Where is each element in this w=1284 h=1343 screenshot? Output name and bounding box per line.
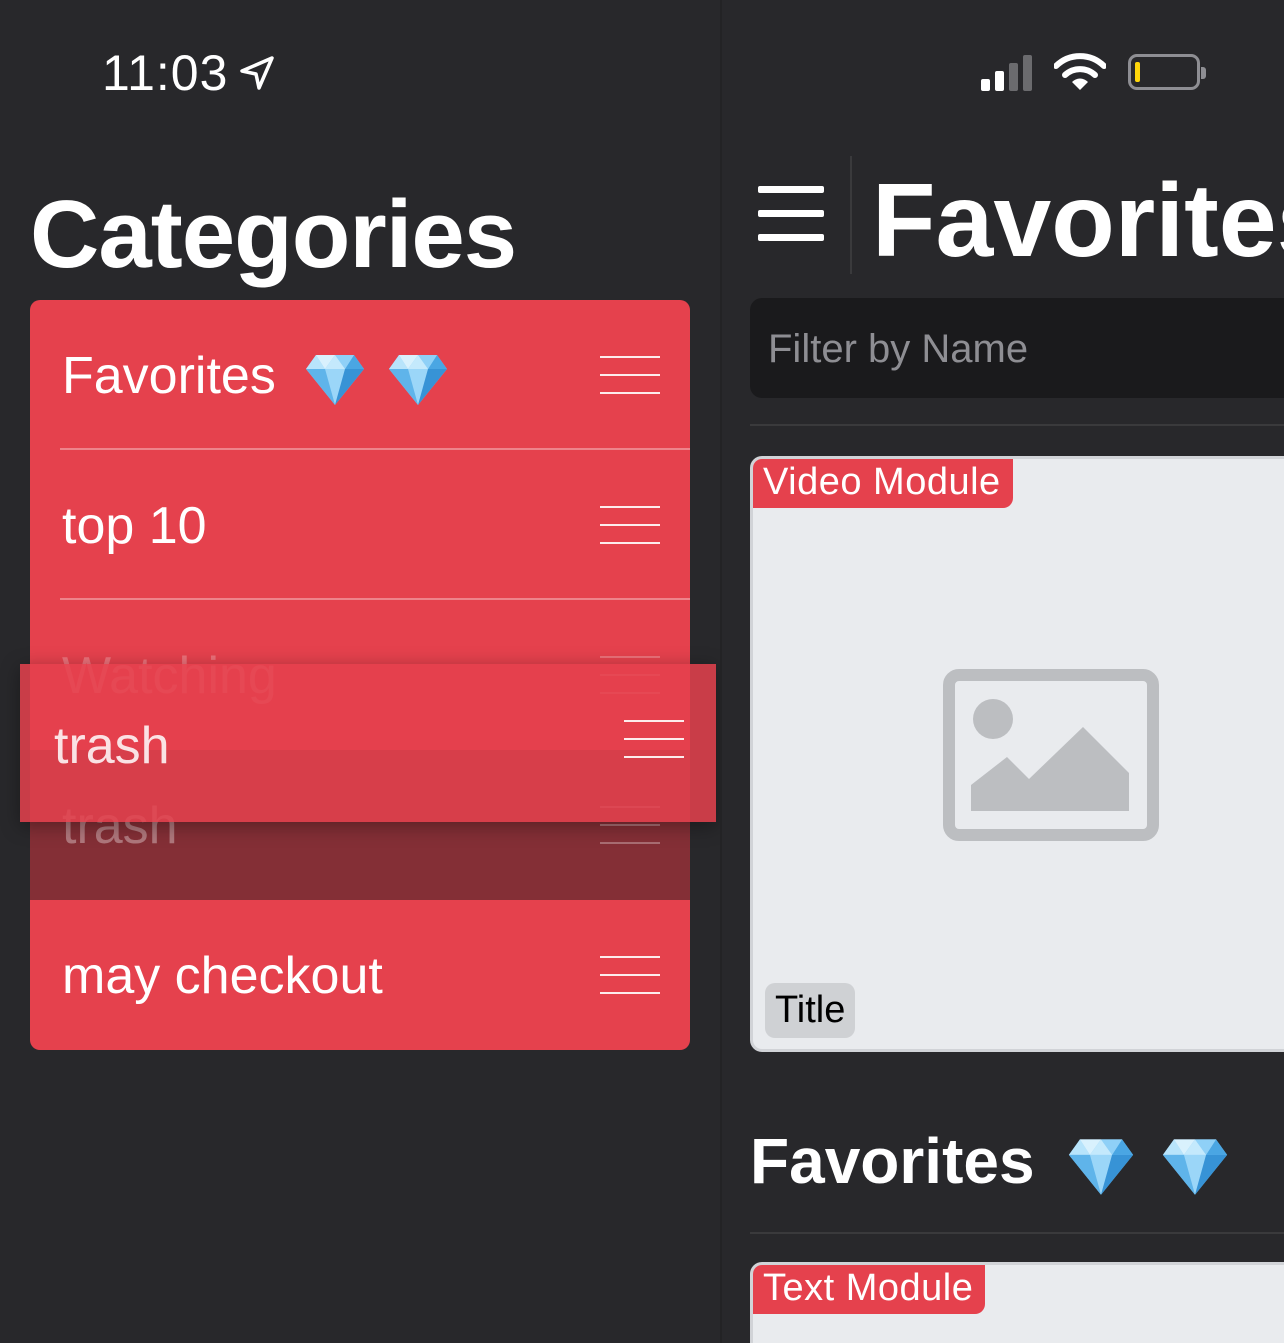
- reorder-handle-icon[interactable]: [600, 506, 660, 546]
- video-module-card[interactable]: Video Module Title: [750, 456, 1284, 1052]
- category-row-favorites[interactable]: Favorites: [30, 300, 690, 450]
- detail-title: Favorites: [872, 163, 1284, 279]
- battery-low-icon: [1128, 54, 1206, 90]
- gem-icon: [304, 351, 366, 407]
- section-divider: [750, 424, 1284, 426]
- hamburger-menu-icon[interactable]: [758, 186, 824, 244]
- reorder-handle-icon[interactable]: [624, 720, 684, 760]
- cellular-signal-icon: [981, 53, 1032, 91]
- status-time: 11:03: [102, 44, 276, 102]
- status-time-text: 11:03: [102, 45, 229, 101]
- filter-field[interactable]: [750, 298, 1284, 398]
- gem-icon: [1066, 1135, 1136, 1197]
- category-label: Favorites: [62, 346, 449, 407]
- text-module-card[interactable]: Text Module: [750, 1262, 1284, 1343]
- gem-icon: [387, 351, 449, 407]
- category-label: top 10: [62, 497, 207, 555]
- reorder-handle-icon[interactable]: [600, 956, 660, 996]
- categories-pane: 11:03 Categories Favorites top 10 Watchi…: [0, 0, 720, 1343]
- status-indicators: [981, 52, 1206, 92]
- title-chip: Title: [765, 983, 856, 1038]
- wifi-icon: [1054, 53, 1106, 90]
- location-arrow-icon: [240, 56, 275, 90]
- category-row-top-10[interactable]: top 10: [30, 450, 690, 600]
- module-badge: Video Module: [753, 459, 1013, 508]
- category-label: may checkout: [62, 947, 383, 1005]
- detail-pane: Favorites Video Module Title Favorites T…: [720, 0, 1284, 1343]
- section-divider: [750, 1232, 1284, 1234]
- category-row-may-checkout[interactable]: may checkout: [30, 900, 690, 1050]
- dragging-row-trash[interactable]: trash: [20, 664, 716, 822]
- header-divider: [850, 156, 852, 274]
- filter-input[interactable]: [766, 320, 1284, 378]
- gem-icon: [1160, 1135, 1230, 1197]
- dragging-row-label: trash: [54, 717, 170, 775]
- page-title: Categories: [30, 181, 517, 288]
- section-title: Favorites: [750, 1124, 1230, 1198]
- reorder-handle-icon[interactable]: [600, 356, 660, 396]
- module-badge: Text Module: [753, 1265, 986, 1314]
- image-placeholder-icon: [943, 669, 1159, 841]
